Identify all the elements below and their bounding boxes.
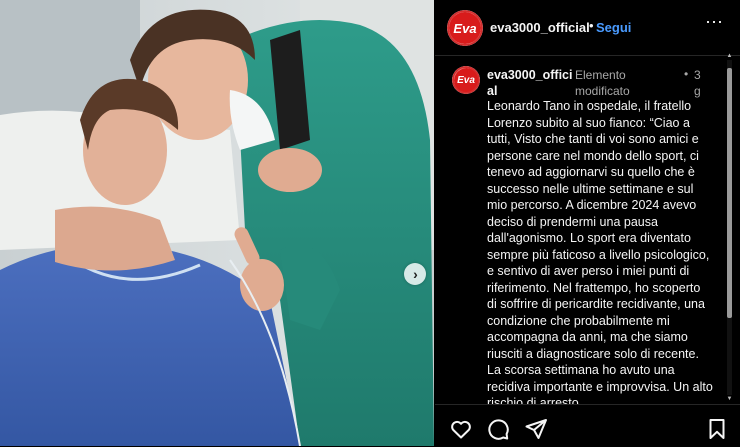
share-icon[interactable] [524, 417, 548, 441]
post-time[interactable]: 3 g [694, 67, 704, 99]
scroll-down-icon[interactable]: ▼ [726, 396, 733, 402]
comment-icon[interactable] [486, 417, 510, 441]
caption-scrollbar[interactable]: ▲ ▼ [727, 53, 733, 402]
heart-icon[interactable] [449, 417, 473, 441]
scrollbar-thumb[interactable] [727, 68, 732, 318]
caption-username[interactable]: eva3000_official [487, 67, 573, 99]
caption-text: Leonardo Tano in ospedale, il fratello L… [487, 99, 713, 404]
separator-dot: • [684, 67, 689, 81]
next-photo-button[interactable]: › [404, 263, 426, 285]
post-sidebar: Eva eva3000_official • Segui ⋯ Eva eva30… [435, 0, 740, 446]
follow-button[interactable]: Segui [596, 20, 631, 35]
bookmark-icon[interactable] [705, 417, 729, 441]
post-photo[interactable]: › [0, 0, 434, 446]
caption-avatar[interactable]: Eva [452, 66, 480, 94]
separator-dot: • [589, 18, 594, 33]
photo-image [0, 0, 434, 446]
chevron-right-icon: › [413, 266, 418, 282]
post-header: Eva eva3000_official • Segui ⋯ [435, 0, 740, 56]
avatar[interactable]: Eva [447, 10, 483, 46]
action-bar [435, 404, 740, 447]
header-username[interactable]: eva3000_official [490, 20, 590, 35]
scroll-up-icon[interactable]: ▲ [726, 53, 733, 59]
more-options-icon[interactable]: ⋯ [705, 12, 724, 33]
caption-area[interactable]: Eva eva3000_official Elemento modificato… [435, 56, 740, 404]
edited-label: Elemento modificato [575, 68, 630, 98]
